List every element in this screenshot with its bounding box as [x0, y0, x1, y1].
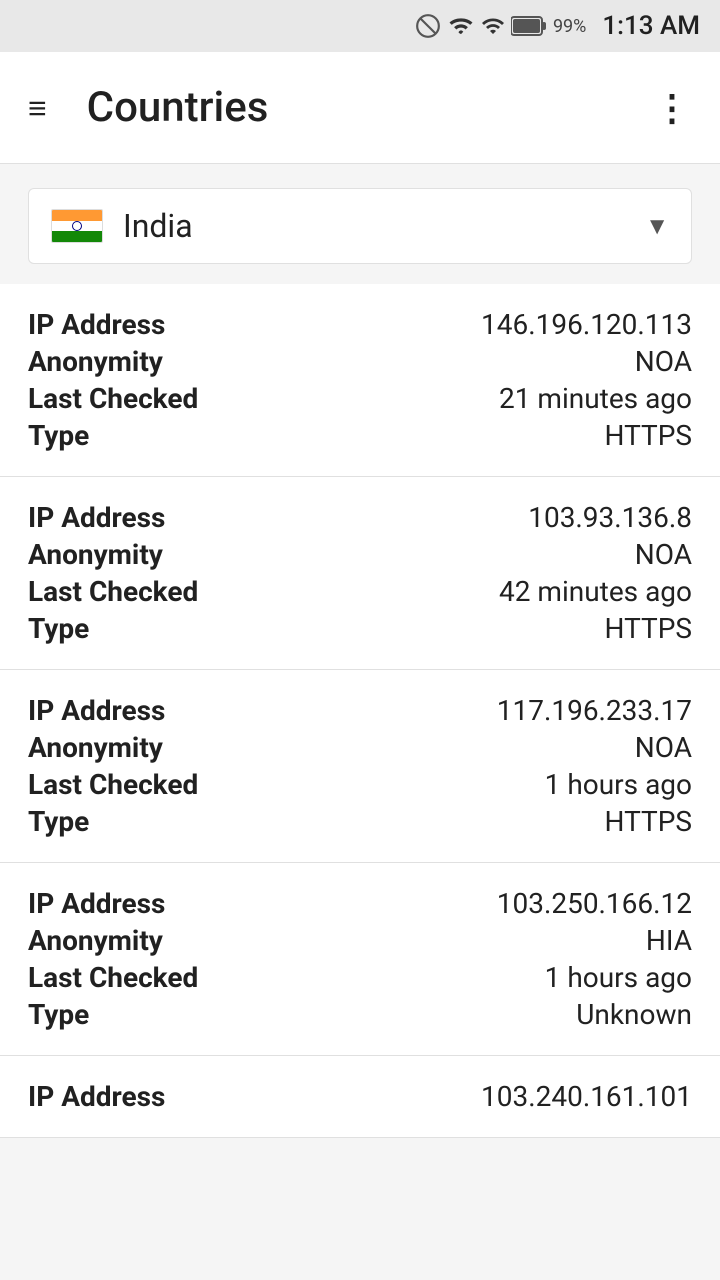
anonymity-value: NOA: [635, 345, 692, 378]
page-title: Countries: [87, 83, 654, 132]
proxy-entry[interactable]: IP Address 146.196.120.113 Anonymity NOA…: [0, 284, 720, 477]
ip-row: IP Address 103.250.166.12: [28, 887, 692, 920]
type-value: HTTPS: [605, 419, 693, 452]
ip-row: IP Address 146.196.120.113: [28, 308, 692, 341]
app-bar: ≡ Countries ⋮: [0, 52, 720, 164]
battery-percentage: 99%: [553, 16, 586, 37]
type-value: HTTPS: [605, 612, 693, 645]
ip-label: IP Address: [28, 1080, 165, 1113]
proxy-list: IP Address 146.196.120.113 Anonymity NOA…: [0, 284, 720, 1138]
ip-label: IP Address: [28, 501, 165, 534]
country-dropdown[interactable]: India ▼: [28, 188, 692, 264]
last-checked-value: 42 minutes ago: [499, 575, 692, 608]
proxy-entry[interactable]: IP Address 103.93.136.8 Anonymity NOA La…: [0, 477, 720, 670]
type-value: Unknown: [576, 998, 692, 1031]
last-checked-row: Last Checked 21 minutes ago: [28, 382, 692, 415]
anonymity-row: Anonymity NOA: [28, 538, 692, 571]
proxy-entry[interactable]: IP Address 103.250.166.12 Anonymity HIA …: [0, 863, 720, 1056]
type-label: Type: [28, 805, 89, 838]
wifi-icon: [447, 13, 475, 39]
type-row: Type HTTPS: [28, 612, 692, 645]
block-icon: [415, 13, 441, 39]
clock: 1:13 AM: [602, 11, 700, 41]
ip-value: 146.196.120.113: [481, 308, 692, 341]
type-row: Type Unknown: [28, 998, 692, 1031]
last-checked-label: Last Checked: [28, 382, 198, 415]
last-checked-value: 21 minutes ago: [499, 382, 692, 415]
anonymity-label: Anonymity: [28, 731, 163, 764]
type-row: Type HTTPS: [28, 419, 692, 452]
last-checked-label: Last Checked: [28, 961, 198, 994]
ip-row: IP Address 103.93.136.8: [28, 501, 692, 534]
more-options-button[interactable]: ⋮: [654, 87, 692, 129]
chevron-down-icon: ▼: [645, 212, 669, 241]
last-checked-row: Last Checked 1 hours ago: [28, 961, 692, 994]
status-bar: 99% 1:13 AM: [0, 0, 720, 52]
last-checked-label: Last Checked: [28, 575, 198, 608]
ip-value: 117.196.233.17: [497, 694, 692, 727]
signal-icon: [481, 13, 505, 39]
type-row: Type HTTPS: [28, 805, 692, 838]
anonymity-label: Anonymity: [28, 538, 163, 571]
anonymity-label: Anonymity: [28, 924, 163, 957]
battery-icon: [511, 15, 547, 37]
country-selector-container: India ▼: [0, 164, 720, 284]
last-checked-row: Last Checked 42 minutes ago: [28, 575, 692, 608]
type-label: Type: [28, 998, 89, 1031]
ip-label: IP Address: [28, 887, 165, 920]
anonymity-row: Anonymity NOA: [28, 345, 692, 378]
type-label: Type: [28, 419, 89, 452]
last-checked-value: 1 hours ago: [545, 768, 692, 801]
hamburger-menu-button[interactable]: ≡: [28, 92, 47, 124]
last-checked-label: Last Checked: [28, 768, 198, 801]
last-checked-value: 1 hours ago: [545, 961, 692, 994]
type-value: HTTPS: [605, 805, 693, 838]
last-checked-row: Last Checked 1 hours ago: [28, 768, 692, 801]
proxy-entry[interactable]: IP Address 103.240.161.101: [0, 1056, 720, 1138]
india-flag: [51, 209, 103, 243]
ip-row: IP Address 117.196.233.17: [28, 694, 692, 727]
status-icons: 99%: [415, 13, 586, 39]
ip-value: 103.93.136.8: [528, 501, 692, 534]
ip-row: IP Address 103.240.161.101: [28, 1080, 692, 1113]
type-label: Type: [28, 612, 89, 645]
ip-value: 103.240.161.101: [481, 1080, 692, 1113]
anonymity-label: Anonymity: [28, 345, 163, 378]
anonymity-value: NOA: [635, 538, 692, 571]
ip-value: 103.250.166.12: [497, 887, 692, 920]
anonymity-row: Anonymity NOA: [28, 731, 692, 764]
selected-country: India: [123, 207, 645, 245]
proxy-entry[interactable]: IP Address 117.196.233.17 Anonymity NOA …: [0, 670, 720, 863]
ip-label: IP Address: [28, 308, 165, 341]
anonymity-value: NOA: [635, 731, 692, 764]
anonymity-row: Anonymity HIA: [28, 924, 692, 957]
anonymity-value: HIA: [646, 924, 692, 957]
ip-label: IP Address: [28, 694, 165, 727]
